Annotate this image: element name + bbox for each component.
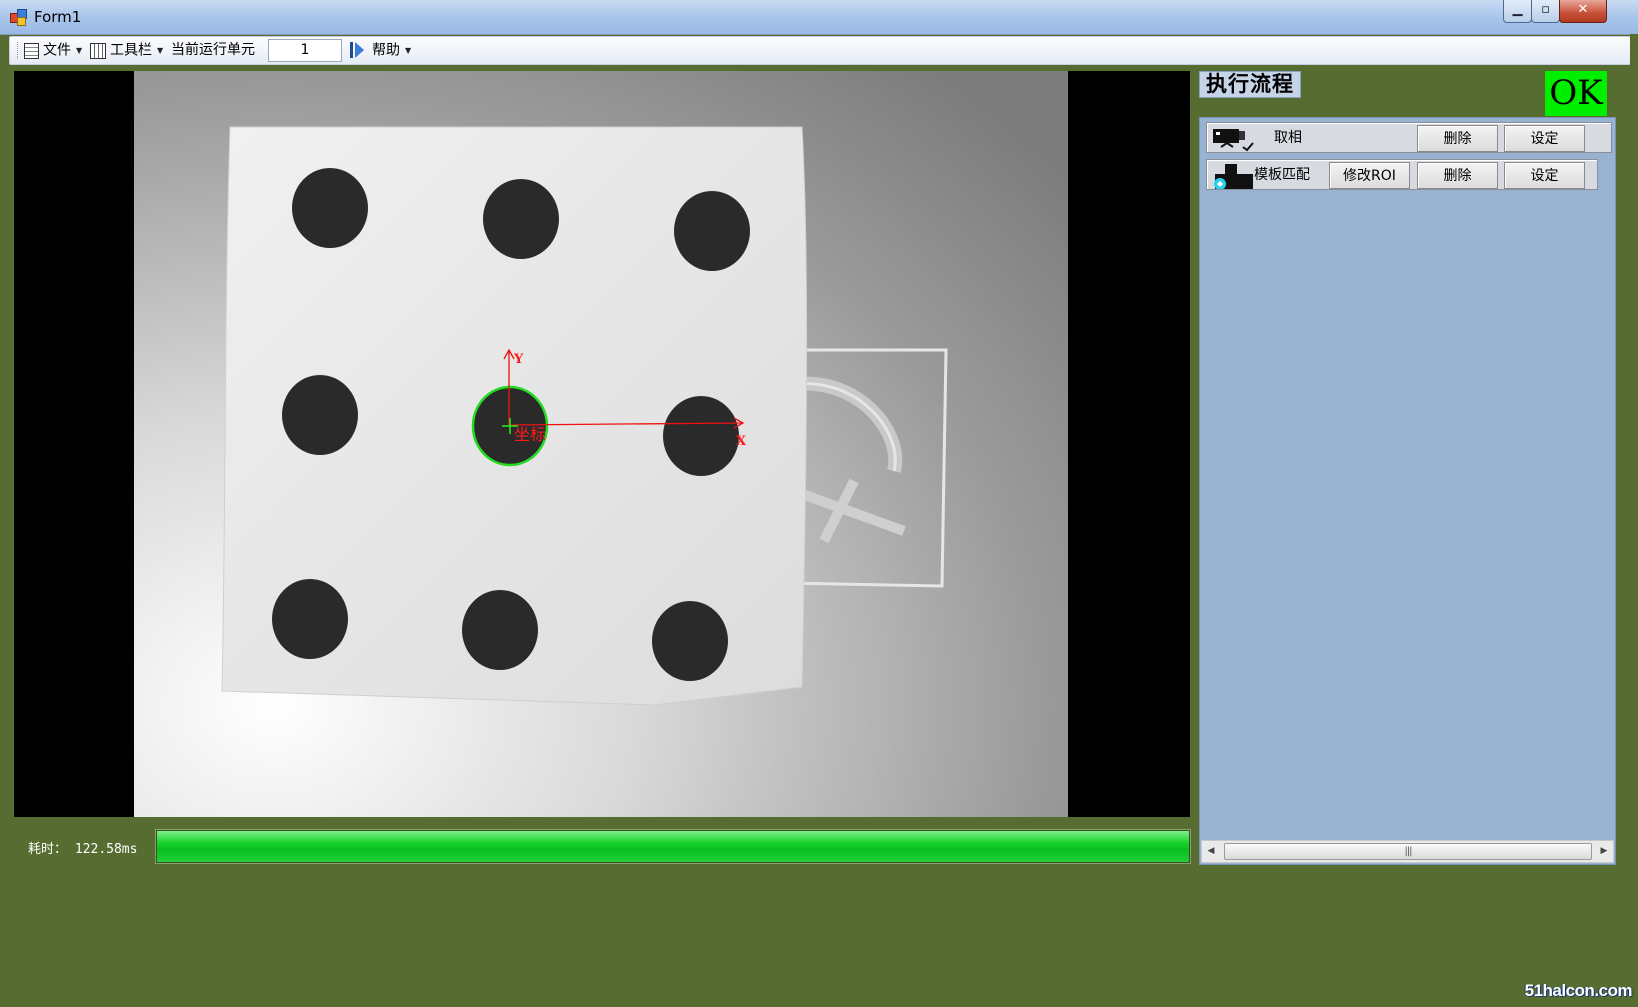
edit-roi-button[interactable]: 修改ROI [1329, 162, 1410, 189]
dropdown-arrow-icon: ▼ [76, 46, 83, 55]
current-unit-label: 当前运行单元 [171, 42, 255, 58]
tools-menu-label: 工具栏 [110, 42, 152, 59]
help-menu-label: 帮助 [372, 42, 400, 59]
dropdown-arrow-icon: ▼ [157, 46, 164, 55]
help-menu[interactable]: 帮助 ▼ [372, 41, 411, 60]
toolbar-icon [90, 42, 106, 59]
delete-button[interactable]: 删除 [1417, 162, 1498, 189]
coord-label: 坐标 [514, 425, 546, 444]
run-icon[interactable] [350, 42, 366, 59]
step-label-template-match: 模板匹配 [1254, 167, 1310, 183]
delete-button[interactable]: 删除 [1417, 125, 1498, 152]
elapsed-time: 耗时： 122.58ms [28, 838, 137, 857]
flow-title: 执行流程 [1199, 71, 1301, 98]
camera-image: 坐标 Y X [134, 71, 1068, 817]
flow-step-template-match[interactable]: 模板匹配 修改ROI 删除 设定 [1206, 159, 1598, 190]
horizontal-scrollbar[interactable]: ◀ ||| ▶ [1201, 840, 1614, 863]
settings-button[interactable]: 设定 [1504, 125, 1585, 152]
app-icon [10, 9, 27, 26]
y-axis-label: Y [513, 352, 524, 367]
settings-button[interactable]: 设定 [1504, 162, 1585, 189]
minimize-button[interactable]: ▁ [1503, 0, 1532, 23]
close-button[interactable]: ✕ [1559, 0, 1607, 23]
watermark: 51halcon.com [1524, 981, 1633, 1000]
main-toolbar: 文件 ▼ 工具栏 ▼ 当前运行单元 1 帮助 ▼ [9, 36, 1631, 65]
toolbar-grip [17, 42, 20, 59]
template-match-icon [1207, 160, 1254, 190]
document-icon [24, 42, 39, 59]
result-badge: OK [1545, 71, 1607, 116]
current-unit-input[interactable]: 1 [268, 39, 342, 62]
tools-menu[interactable]: 工具栏 ▼ [90, 41, 163, 60]
elapsed-value: 122.58ms [74, 842, 138, 857]
progress-fill [157, 831, 1189, 862]
scroll-right-icon[interactable]: ▶ [1595, 841, 1613, 862]
scroll-left-icon[interactable]: ◀ [1202, 841, 1220, 862]
file-menu-label: 文件 [43, 42, 71, 59]
dropdown-arrow-icon: ▼ [405, 46, 412, 55]
flow-step-acquire[interactable]: 取相 删除 设定 [1206, 122, 1612, 153]
flow-panel: 取相 删除 设定 模板匹配 修改ROI 删除 设定 [1199, 117, 1616, 865]
image-display[interactable]: 坐标 Y X [14, 71, 1190, 817]
elapsed-label: 耗时： [28, 842, 68, 857]
file-menu[interactable]: 文件 ▼ [24, 41, 82, 60]
window-title-bar: Form1 ▁ ▫ ✕ [0, 0, 1638, 35]
x-axis-label: X [736, 434, 747, 449]
window-title: Form1 [34, 8, 82, 26]
maximize-button[interactable]: ▫ [1531, 0, 1560, 23]
progress-bar [155, 829, 1191, 864]
camera-icon [1207, 123, 1254, 152]
window-border [1630, 34, 1638, 1007]
step-label-acquire: 取相 [1274, 130, 1302, 146]
scroll-thumb[interactable]: ||| [1224, 843, 1592, 860]
